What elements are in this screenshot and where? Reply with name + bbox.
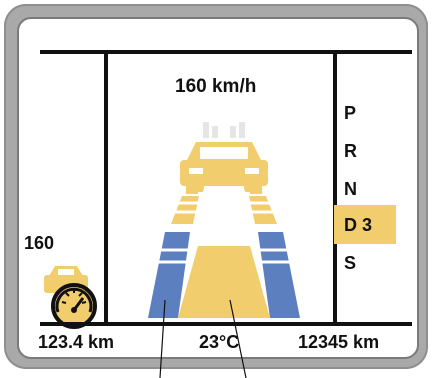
road-surface xyxy=(178,246,270,318)
gear-s: S xyxy=(344,253,357,273)
divider-bottom xyxy=(40,322,412,326)
temperature-readout: 23°C xyxy=(199,332,240,352)
divider-right xyxy=(333,52,337,324)
radar-waves-icon xyxy=(203,122,245,138)
speedometer-icon xyxy=(51,283,97,329)
divider-left xyxy=(104,52,108,324)
odometer-readout: 123.4 km xyxy=(38,332,115,352)
gear-r: R xyxy=(344,141,357,161)
speed-limit-value: 160 xyxy=(24,233,55,253)
speed-readout: 160 km/h xyxy=(175,76,257,97)
trip-readout: 12345 km xyxy=(298,332,380,352)
car-ahead-icon xyxy=(180,142,268,194)
gear-n: N xyxy=(344,179,357,199)
divider-top xyxy=(40,50,412,54)
gear-d3: D 3 xyxy=(344,215,373,235)
gear-p: P xyxy=(344,103,357,123)
